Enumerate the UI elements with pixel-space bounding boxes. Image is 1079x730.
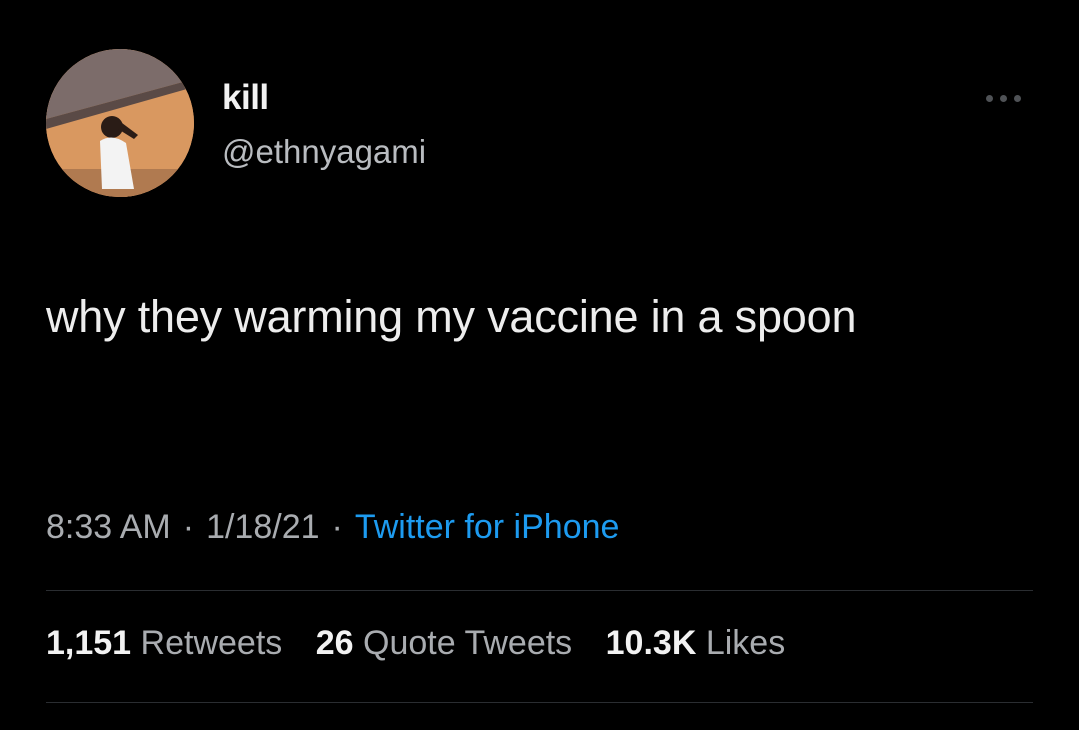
dot-icon (986, 94, 993, 102)
retweets-label: Retweets (140, 624, 283, 662)
quote-tweets-count: 26 (315, 624, 354, 662)
display-name[interactable]: kill (222, 78, 269, 118)
user-handle[interactable]: @ethnyagami (222, 133, 426, 171)
dot-icon (1014, 94, 1021, 102)
tweet-meta: 8:33 AM · 1/18/21 · Twitter for iPhone (46, 508, 619, 547)
more-options-icon[interactable] (986, 88, 1036, 108)
retweets-stat[interactable]: 1,151 Retweets (46, 624, 282, 662)
avatar-image (46, 49, 194, 197)
retweets-count: 1,151 (46, 624, 132, 662)
profile-avatar[interactable] (46, 49, 194, 197)
meta-separator: · (331, 508, 343, 546)
tweet-time[interactable]: 8:33 AM (46, 508, 171, 546)
tweet-text: why they warming my vaccine in a spoon (46, 291, 857, 342)
likes-stat[interactable]: 10.3K Likes (606, 624, 786, 662)
divider (46, 702, 1033, 703)
dot-icon (1000, 94, 1007, 102)
quote-tweets-stat[interactable]: 26 Quote Tweets (316, 624, 572, 662)
quote-tweets-label: Quote Tweets (363, 624, 573, 662)
tweet-container: kill @ethnyagami why they warming my vac… (0, 0, 1079, 730)
likes-label: Likes (705, 624, 786, 662)
tweet-source-link[interactable]: Twitter for iPhone (355, 508, 620, 546)
likes-count: 10.3K (605, 624, 697, 662)
meta-separator: · (182, 508, 195, 546)
tweet-date[interactable]: 1/18/21 (206, 508, 319, 546)
tweet-stats: 1,151 Retweets 26 Quote Tweets 10.3K Lik… (46, 624, 809, 663)
divider (46, 590, 1033, 591)
